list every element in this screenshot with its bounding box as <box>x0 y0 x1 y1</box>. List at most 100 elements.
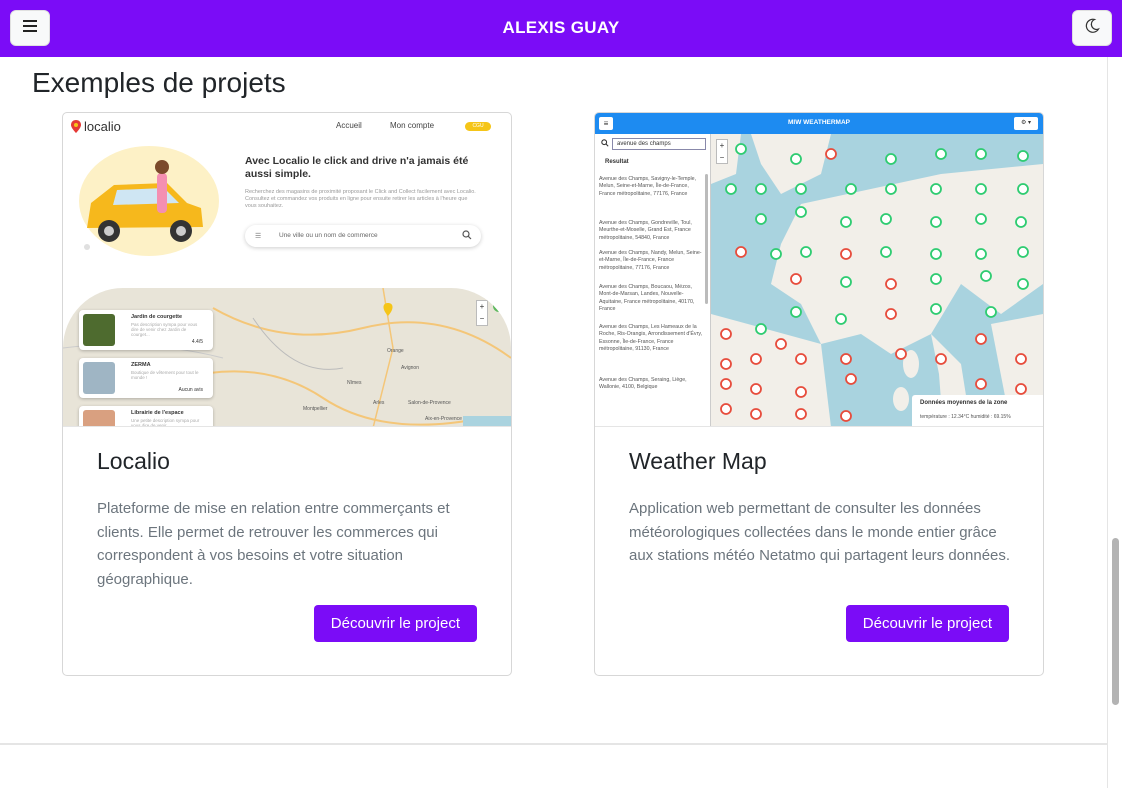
map-zoom-control[interactable]: + − <box>716 139 728 164</box>
station-marker[interactable] <box>975 378 987 390</box>
weathermap-search-input[interactable]: avenue des champs <box>612 138 706 150</box>
map-zoom-control[interactable]: + − <box>476 300 488 326</box>
station-marker[interactable] <box>880 213 892 225</box>
localio-map: + − Orange Nîmes Avignon Montpellier Arle… <box>63 288 511 427</box>
station-marker[interactable] <box>720 328 732 340</box>
localio-subtext: Recherchez des magasins de proximité pro… <box>245 189 476 209</box>
shop-image <box>83 314 115 346</box>
shop-name: Librairie de l'espace <box>131 410 184 416</box>
station-marker[interactable] <box>795 386 807 398</box>
station-marker[interactable] <box>775 338 787 350</box>
brand-name[interactable]: ALEXIS GUAY <box>0 18 1122 38</box>
station-marker[interactable] <box>790 306 802 318</box>
station-marker[interactable] <box>795 408 807 420</box>
station-marker[interactable] <box>975 183 987 195</box>
result-item[interactable]: Avenue des Champs, Savigny-le-Temple, Me… <box>599 176 705 198</box>
legend-values: température : 12.34°C humidité : 69.15% <box>920 414 1011 420</box>
station-marker[interactable] <box>895 348 907 360</box>
station-marker[interactable] <box>975 248 987 260</box>
discover-project-button[interactable]: Découvrir le project <box>313 605 477 642</box>
station-marker[interactable] <box>980 270 992 282</box>
station-marker[interactable] <box>1017 183 1029 195</box>
station-marker[interactable] <box>725 183 737 195</box>
page-scrollbar-thumb[interactable] <box>1112 538 1119 705</box>
station-marker[interactable] <box>930 216 942 228</box>
station-marker[interactable] <box>840 276 852 288</box>
result-item[interactable]: Avenue des Champs, Gondreville, Toul, Me… <box>599 220 705 242</box>
station-marker[interactable] <box>790 273 802 285</box>
weathermap-title: MIW WEATHERMAP <box>788 119 850 126</box>
station-marker[interactable] <box>930 273 942 285</box>
discover-project-button[interactable]: Découvrir le project <box>845 605 1009 642</box>
station-marker[interactable] <box>985 306 997 318</box>
station-marker[interactable] <box>930 303 942 315</box>
project-thumbnail[interactable]: localio Accueil Mon compte CGU Avec Loca… <box>63 113 511 427</box>
station-marker[interactable] <box>840 216 852 228</box>
project-card-localio: localio Accueil Mon compte CGU Avec Loca… <box>62 112 512 676</box>
station-marker[interactable] <box>735 246 747 258</box>
station-marker[interactable] <box>935 148 947 160</box>
station-marker[interactable] <box>845 373 857 385</box>
localio-headline: Avec Localio le click and drive n'a jama… <box>245 155 469 180</box>
station-marker[interactable] <box>750 408 762 420</box>
station-marker[interactable] <box>975 333 987 345</box>
station-marker[interactable] <box>795 353 807 365</box>
station-marker[interactable] <box>735 143 747 155</box>
shop-image <box>83 362 115 394</box>
station-marker[interactable] <box>1015 383 1027 395</box>
shop-card[interactable]: Jardin de courgette Pas description symp… <box>79 310 213 350</box>
station-marker[interactable] <box>795 206 807 218</box>
station-marker[interactable] <box>1017 246 1029 258</box>
station-marker[interactable] <box>880 246 892 258</box>
result-item[interactable]: Avenue des Champs, Seraing, Liège, Wallo… <box>599 377 705 392</box>
settings-icon[interactable]: ⚙ ▾ <box>1014 117 1038 130</box>
project-thumbnail[interactable]: ≡ MIW WEATHERMAP ⚙ ▾ avenue des champs R… <box>595 113 1043 427</box>
station-marker[interactable] <box>800 246 812 258</box>
station-marker[interactable] <box>930 248 942 260</box>
zone-legend: Données moyennes de la zone température … <box>912 395 1043 426</box>
theme-toggle-button[interactable] <box>1072 10 1112 46</box>
shop-card[interactable]: Librairie de l'espace Une petite descrip… <box>79 406 213 427</box>
station-marker[interactable] <box>845 183 857 195</box>
shop-image <box>83 410 115 426</box>
station-marker[interactable] <box>1017 150 1029 162</box>
station-marker[interactable] <box>750 353 762 365</box>
shop-desc: Une petite description sympa pour vous d… <box>131 418 200 427</box>
station-marker[interactable] <box>835 313 847 325</box>
station-marker[interactable] <box>720 358 732 370</box>
station-marker[interactable] <box>795 183 807 195</box>
station-marker[interactable] <box>935 353 947 365</box>
weathermap-sidebar: avenue des champs Resultat Avenue des Ch… <box>595 134 711 426</box>
station-marker[interactable] <box>885 183 897 195</box>
station-marker[interactable] <box>885 278 897 290</box>
station-marker[interactable] <box>885 153 897 165</box>
station-marker[interactable] <box>885 308 897 320</box>
station-marker[interactable] <box>1017 278 1029 290</box>
station-marker[interactable] <box>840 410 852 422</box>
station-marker[interactable] <box>750 383 762 395</box>
station-marker[interactable] <box>720 378 732 390</box>
sidebar-scrollbar[interactable] <box>705 174 708 304</box>
station-marker[interactable] <box>840 353 852 365</box>
station-marker[interactable] <box>930 183 942 195</box>
station-marker[interactable] <box>720 403 732 415</box>
station-marker[interactable] <box>825 148 837 160</box>
station-marker[interactable] <box>755 183 767 195</box>
station-marker[interactable] <box>840 248 852 260</box>
station-marker[interactable] <box>755 213 767 225</box>
shop-card[interactable]: ZERMA Boutique de vêtement pour tout le … <box>79 358 213 398</box>
localio-logo-text: localio <box>84 119 121 134</box>
station-marker[interactable] <box>975 213 987 225</box>
weathermap-map[interactable]: Données moyennes de la zone température … <box>711 134 1043 426</box>
top-navbar: ALEXIS GUAY <box>0 0 1122 57</box>
station-marker[interactable] <box>790 153 802 165</box>
result-item[interactable]: Avenue des Champs, Les Hameaux de la Roc… <box>599 324 705 354</box>
station-marker[interactable] <box>975 148 987 160</box>
result-item[interactable]: Avenue des Champs, Boucaou, Mézos, Mont-… <box>599 284 705 314</box>
result-item[interactable]: Avenue des Champs, Nandy, Melun, Seine-e… <box>599 250 705 272</box>
station-marker[interactable] <box>1015 353 1027 365</box>
station-marker[interactable] <box>1015 216 1027 228</box>
station-marker[interactable] <box>770 248 782 260</box>
station-marker[interactable] <box>755 323 767 335</box>
project-description: Plateforme de mise en relation entre com… <box>97 500 450 588</box>
